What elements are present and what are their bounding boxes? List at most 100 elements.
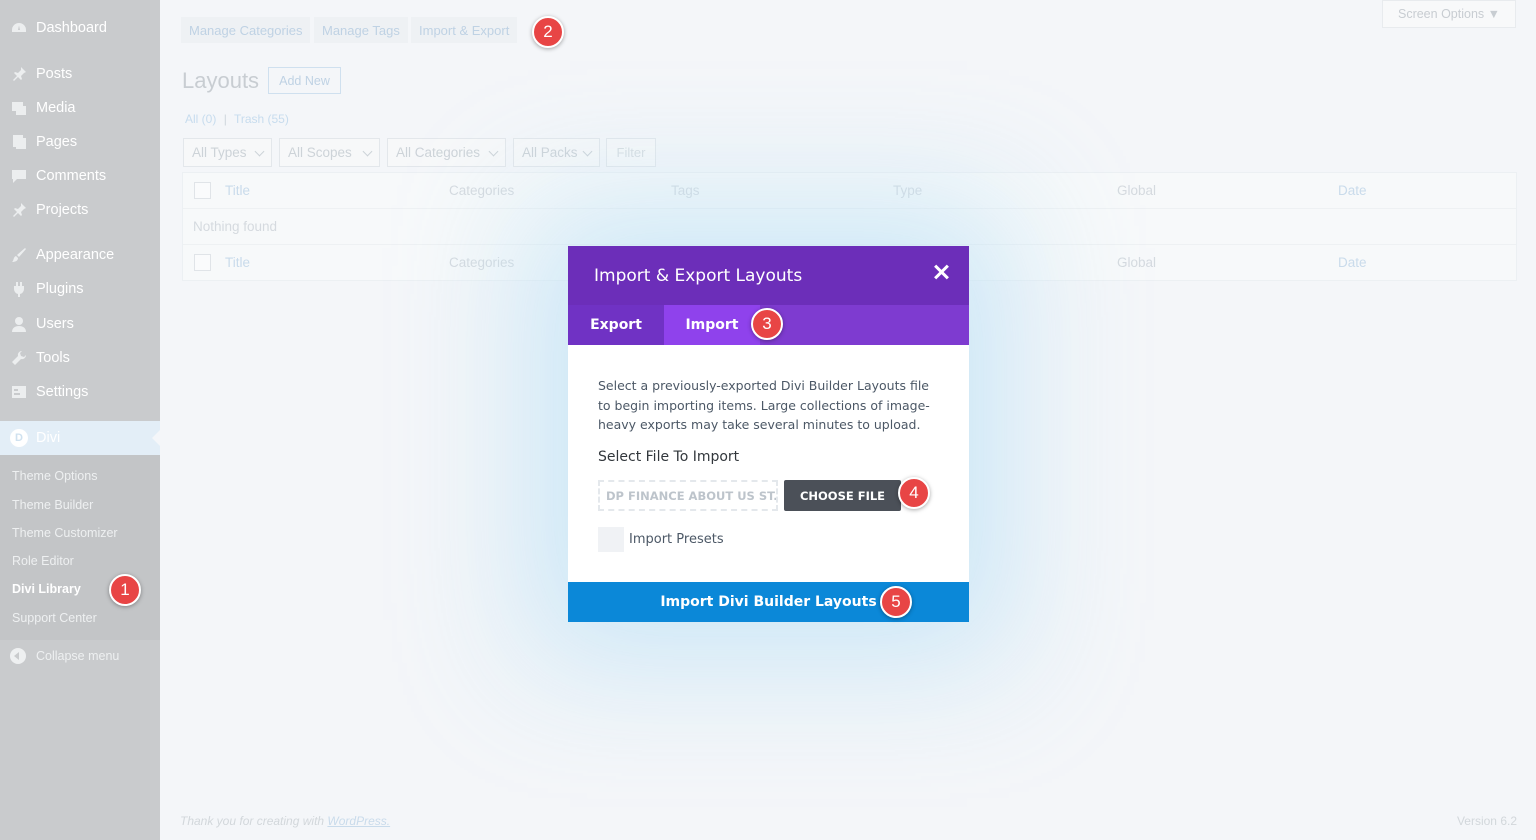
menu-tools[interactable]: Tools xyxy=(0,343,160,373)
chevron-down-icon xyxy=(362,146,373,157)
filter-packs-select[interactable]: All Packs xyxy=(513,138,600,167)
footer-version: Version 6.2 xyxy=(1456,814,1517,828)
view-filters: All (0) | Trash (55) xyxy=(185,112,289,126)
filter-categories-select[interactable]: All Categories xyxy=(387,138,506,167)
menu-label: Settings xyxy=(36,384,89,400)
tab-import[interactable]: Import xyxy=(664,305,760,345)
column-global: Global xyxy=(1117,255,1157,270)
column-date[interactable]: Date xyxy=(1338,183,1367,198)
choose-file-button[interactable]: CHOOSE FILE xyxy=(784,480,901,511)
filter-all-link[interactable]: All (0) xyxy=(185,112,216,126)
brush-icon xyxy=(10,246,28,264)
menu-label: Posts xyxy=(36,66,73,82)
wrench-icon xyxy=(10,349,28,367)
select-value: All Packs xyxy=(522,145,578,160)
menu-pages[interactable]: Pages xyxy=(0,127,160,157)
column-title[interactable]: Title xyxy=(225,255,250,270)
dashboard-icon xyxy=(10,19,28,37)
current-menu-arrow xyxy=(152,430,160,446)
submenu-role-editor[interactable]: Role Editor xyxy=(12,554,74,568)
page-title: Layouts xyxy=(182,68,260,93)
pin-icon xyxy=(10,65,28,83)
wordpress-link[interactable]: WordPress. xyxy=(327,814,390,828)
modal-header: Import & Export Layouts xyxy=(568,246,969,305)
menu-label: Users xyxy=(36,316,74,332)
column-categories: Categories xyxy=(449,255,515,270)
submenu-support-center[interactable]: Support Center xyxy=(12,611,97,625)
plug-icon xyxy=(10,280,28,298)
step-marker-3: 3 xyxy=(751,308,783,340)
column-tags: Tags xyxy=(671,183,700,198)
import-presets-checkbox[interactable] xyxy=(598,527,624,552)
tab-import-export[interactable]: Import & Export xyxy=(411,17,518,43)
filter-scopes-select[interactable]: All Scopes xyxy=(279,138,380,167)
user-icon xyxy=(10,315,28,333)
tab-manage-tags[interactable]: Manage Tags xyxy=(314,17,408,43)
table-header-row: Title Categories Tags Type Global Date xyxy=(183,173,1516,209)
filter-button[interactable]: Filter xyxy=(606,138,656,167)
select-all-checkbox[interactable] xyxy=(194,254,211,271)
menu-comments[interactable]: Comments xyxy=(0,161,160,191)
select-value: All Types xyxy=(192,145,247,160)
menu-label: Dashboard xyxy=(36,20,107,36)
submenu-theme-options[interactable]: Theme Options xyxy=(12,469,97,483)
menu-label: Appearance xyxy=(36,247,115,263)
modal-title: Import & Export Layouts xyxy=(594,266,803,286)
menu-appearance[interactable]: Appearance xyxy=(0,240,160,270)
select-value: All Scopes xyxy=(288,145,352,160)
pages-icon xyxy=(10,133,28,151)
step-marker-2: 2 xyxy=(532,16,564,48)
menu-users[interactable]: Users xyxy=(0,309,160,339)
footer-thanks: Thank you for creating with WordPress. xyxy=(180,814,390,828)
import-presets-label: Import Presets xyxy=(629,532,724,547)
menu-label: Pages xyxy=(36,134,78,150)
select-all-checkbox[interactable] xyxy=(194,182,211,199)
collapse-menu[interactable]: Collapse menu xyxy=(10,648,119,664)
table-row: Nothing found xyxy=(183,209,1516,245)
submenu-theme-customizer[interactable]: Theme Customizer xyxy=(12,526,118,540)
menu-label: Media xyxy=(36,100,76,116)
menu-media[interactable]: Media xyxy=(0,93,160,123)
column-title[interactable]: Title xyxy=(225,183,250,198)
divi-logo-icon: D xyxy=(10,429,28,447)
import-description: Select a previously-exported Divi Builde… xyxy=(598,378,930,432)
submenu-theme-builder[interactable]: Theme Builder xyxy=(12,498,93,512)
chevron-down-icon xyxy=(488,146,499,157)
tab-export[interactable]: Export xyxy=(568,305,664,345)
media-icon xyxy=(10,99,28,117)
menu-plugins[interactable]: Plugins xyxy=(0,274,160,304)
column-type: Type xyxy=(893,183,923,198)
menu-label: Plugins xyxy=(36,281,84,297)
submenu-divi-library[interactable]: Divi Library xyxy=(12,582,81,596)
import-export-modal: Import & Export Layouts Export Import Se… xyxy=(568,246,969,622)
separator: | xyxy=(223,112,227,126)
column-categories: Categories xyxy=(449,183,515,198)
chevron-down-icon xyxy=(254,146,265,157)
menu-label: Comments xyxy=(36,168,107,184)
menu-posts[interactable]: Posts xyxy=(0,59,160,89)
settings-icon xyxy=(10,383,28,401)
chevron-down-icon xyxy=(582,146,593,157)
step-marker-4: 4 xyxy=(898,477,930,509)
select-file-label: Select File To Import xyxy=(598,449,740,465)
collapse-icon xyxy=(10,648,26,664)
column-global: Global xyxy=(1117,183,1157,198)
close-icon[interactable] xyxy=(933,264,949,280)
select-value: All Categories xyxy=(396,145,481,160)
step-marker-5: 5 xyxy=(880,586,912,618)
add-new-button[interactable]: Add New xyxy=(268,67,341,94)
tab-manage-categories[interactable]: Manage Categories xyxy=(181,17,311,43)
filter-trash-link[interactable]: Trash (55) xyxy=(234,112,289,126)
menu-label: Divi xyxy=(36,430,61,446)
screen-options-button[interactable]: Screen Options ▼ xyxy=(1382,0,1516,28)
menu-divi[interactable]: D Divi xyxy=(0,421,160,455)
file-name-field[interactable]: DP FINANCE ABOUT US ST... xyxy=(598,480,778,511)
filter-types-select[interactable]: All Types xyxy=(183,138,272,167)
pin-icon xyxy=(10,201,28,219)
menu-label: Projects xyxy=(36,202,89,218)
menu-dashboard[interactable]: Dashboard xyxy=(0,13,160,43)
menu-settings[interactable]: Settings xyxy=(0,377,160,407)
footer-thanks-text: Thank you for creating with xyxy=(180,814,325,828)
column-date[interactable]: Date xyxy=(1338,255,1367,270)
menu-projects[interactable]: Projects xyxy=(0,195,160,225)
